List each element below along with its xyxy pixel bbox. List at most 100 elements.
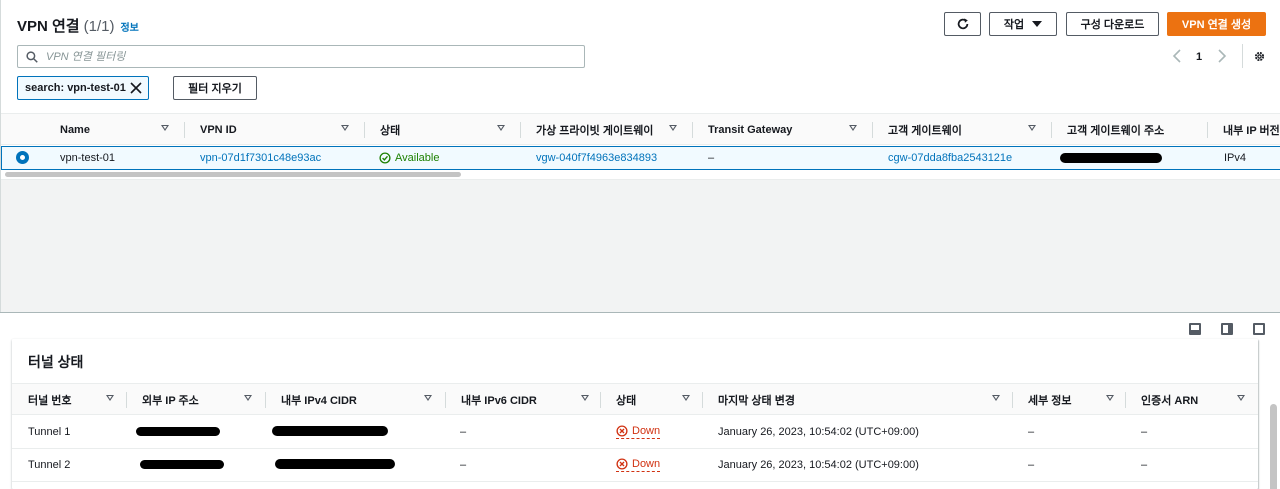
cell-last-change: January 26, 2023, 10:54:02 (UTC+09:00) [718, 459, 919, 471]
sort-icon[interactable] [992, 395, 1000, 401]
filter-token: search: vpn-test-01 [17, 76, 149, 100]
status-down[interactable]: Down [616, 425, 661, 439]
vpn-connections-card: VPN 연결(1/1)정보 작업 구성 다운로드 VPN 연결 생성 searc… [1, 0, 1280, 180]
page-number[interactable]: 1 [1196, 51, 1202, 63]
sort-icon[interactable] [161, 125, 169, 131]
cell-vgw-link[interactable]: vgw-040f7f4963e834893 [536, 147, 657, 169]
cell-last-change: January 26, 2023, 10:54:02 (UTC+09:00) [718, 426, 919, 438]
close-icon[interactable] [130, 82, 142, 94]
table-header: Name VPN ID 상태 가상 프라이빗 게이트웨이 Transit Gat… [1, 113, 1280, 145]
tunnel-status-title: 터널 상태 [28, 354, 84, 370]
cell-ipv6: – [460, 426, 467, 438]
column-divider [364, 122, 365, 138]
column-divider [872, 122, 873, 138]
error-circle-icon [616, 458, 628, 470]
sort-icon[interactable] [106, 395, 114, 401]
chevron-right-icon[interactable] [1217, 49, 1227, 63]
sort-icon[interactable] [341, 125, 349, 131]
sort-icon[interactable] [1237, 395, 1245, 401]
column-header-external-ip[interactable]: 외부 IP 주소 [142, 384, 199, 416]
vpn-connections-pane: VPN 연결(1/1)정보 작업 구성 다운로드 VPN 연결 생성 searc… [0, 0, 1280, 312]
filter-search[interactable] [17, 45, 585, 68]
column-header-last-change[interactable]: 마지막 상태 변경 [718, 384, 795, 416]
cell-vpn-id-link[interactable]: vpn-07d1f7301c48e93ac [200, 147, 321, 169]
cell-ipv6: – [460, 459, 467, 471]
cell-status: Down [616, 449, 661, 481]
caret-down-icon [1032, 21, 1043, 27]
clear-filters-button[interactable]: 필터 지우기 [173, 76, 257, 100]
column-header-vpn-id[interactable]: VPN ID [200, 114, 237, 146]
layout-full-icon[interactable] [1253, 323, 1265, 335]
column-divider [702, 392, 703, 408]
cell-tgw: – [708, 152, 715, 164]
cell-details: – [1028, 426, 1035, 438]
column-header-tgw[interactable]: Transit Gateway [708, 114, 792, 146]
sort-icon[interactable] [669, 125, 677, 131]
column-divider [600, 392, 601, 408]
column-divider [445, 392, 446, 408]
info-link[interactable]: 정보 [120, 23, 138, 34]
cell-details: – [1028, 459, 1035, 471]
column-divider [520, 122, 521, 138]
vertical-scrollbar[interactable] [1270, 404, 1277, 489]
actions-button[interactable]: 작업 [989, 12, 1057, 36]
selection-count: (1/1) [83, 18, 115, 35]
pager-divider [1242, 44, 1243, 68]
sort-icon[interactable] [1028, 125, 1036, 131]
row-radio-selected[interactable] [16, 151, 29, 164]
column-header-status[interactable]: 상태 [616, 384, 636, 416]
sort-icon[interactable] [424, 395, 432, 401]
column-header-ipv6-cidr[interactable]: 내부 IPv6 CIDR [461, 384, 537, 416]
status-down[interactable]: Down [616, 458, 661, 472]
cell-arn: – [1141, 459, 1148, 471]
sort-icon[interactable] [244, 395, 252, 401]
column-header-cert-arn[interactable]: 인증서 ARN [1141, 384, 1198, 416]
cell-status: Down [616, 416, 661, 448]
layout-side-icon[interactable] [1221, 323, 1233, 335]
download-config-button[interactable]: 구성 다운로드 [1066, 12, 1159, 36]
create-vpn-button[interactable]: VPN 연결 생성 [1167, 12, 1266, 36]
column-divider [126, 392, 127, 408]
redacted-ipv4-cidr [275, 459, 395, 469]
column-header-state[interactable]: 상태 [380, 114, 400, 146]
layout-bottom-icon[interactable] [1189, 323, 1201, 335]
column-header-cgw[interactable]: 고객 게이트웨이 [888, 114, 962, 146]
cell-ip-version: IPv4 [1224, 152, 1247, 164]
refresh-icon [957, 18, 968, 30]
table-row: Tunnel 1 – Down January 26, 2023, 10:54:… [12, 416, 1258, 449]
chevron-left-icon[interactable] [1172, 49, 1182, 63]
cell-tunnel-name: Tunnel 1 [28, 426, 71, 438]
sort-icon[interactable] [1106, 395, 1114, 401]
error-circle-icon [616, 425, 628, 437]
redacted-external-ip [140, 460, 224, 469]
cell-arn: – [1141, 426, 1148, 438]
column-header-name[interactable]: Name [60, 114, 90, 146]
column-divider [1051, 122, 1052, 138]
cell-tunnel-name: Tunnel 2 [28, 459, 71, 471]
gear-icon[interactable] [1253, 50, 1266, 63]
column-header-vgw[interactable]: 가상 프라이빗 게이트웨이 [536, 114, 653, 146]
column-divider [692, 122, 693, 138]
column-header-ip-version[interactable]: 내부 IP 버전 [1223, 114, 1280, 146]
table-row[interactable]: vpn-test-01 vpn-07d1f7301c48e93ac Availa… [1, 146, 1280, 170]
horizontal-scrollbar[interactable] [5, 172, 461, 177]
cell-cgw-link[interactable]: cgw-07dda8fba2543121e [888, 147, 1012, 169]
column-header-cgw-address[interactable]: 고객 게이트웨이 주소 [1067, 114, 1164, 146]
sort-icon[interactable] [682, 395, 690, 401]
sort-icon[interactable] [849, 125, 857, 131]
redacted-ipv4-cidr [272, 426, 388, 436]
check-circle-icon [379, 152, 391, 164]
filter-input[interactable] [46, 50, 546, 63]
column-header-details[interactable]: 세부 정보 [1028, 384, 1072, 416]
search-icon [26, 50, 38, 63]
refresh-button[interactable] [944, 12, 981, 36]
column-divider [1125, 392, 1126, 408]
redacted-external-ip [136, 427, 220, 436]
column-divider [265, 392, 266, 408]
cell-state: Available [379, 147, 439, 169]
column-header-tunnel-number[interactable]: 터널 번호 [28, 384, 72, 416]
tunnel-table-header: 터널 번호 외부 IP 주소 내부 IPv4 CIDR 내부 IPv6 CIDR… [12, 383, 1258, 415]
column-header-ipv4-cidr[interactable]: 내부 IPv4 CIDR [281, 384, 357, 416]
sort-icon[interactable] [581, 395, 589, 401]
sort-icon[interactable] [497, 125, 505, 131]
